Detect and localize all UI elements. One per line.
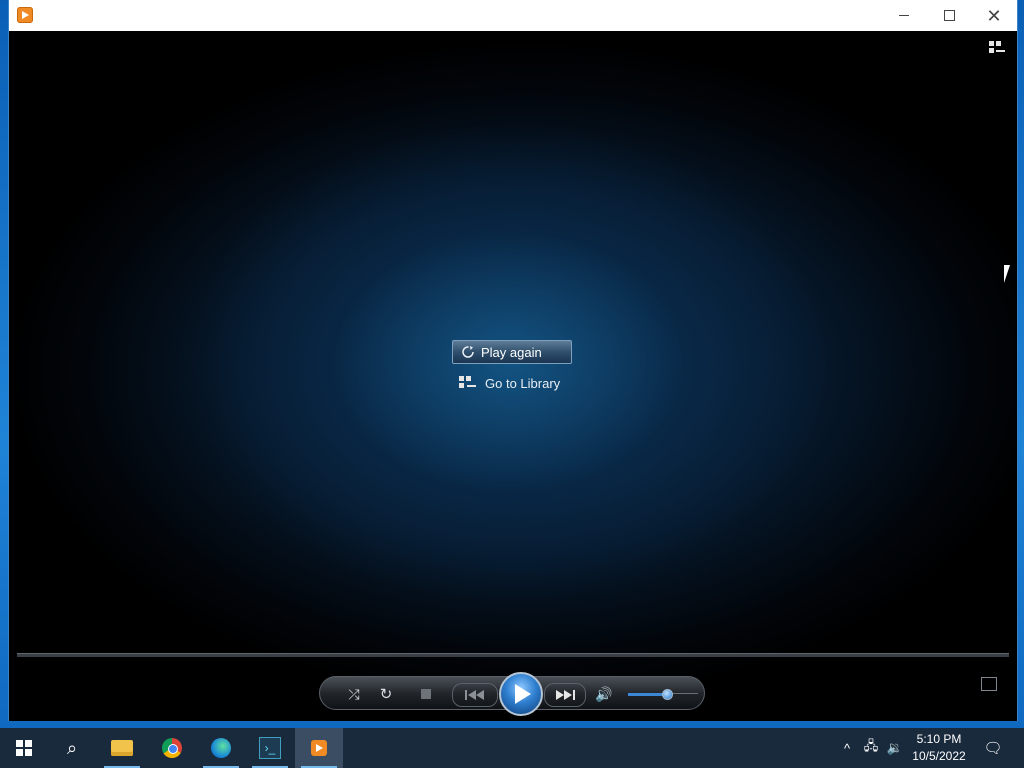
edge-button[interactable] — [197, 728, 245, 768]
close-button[interactable]: ✕ — [971, 0, 1017, 31]
media-player-window: ✕ Play again Go to Library ⤮ ↻ 🔊 — [8, 0, 1018, 721]
next-icon — [556, 690, 575, 700]
folder-icon — [111, 740, 133, 756]
stop-icon — [421, 689, 431, 699]
media-player-app-icon[interactable] — [17, 7, 33, 23]
network-icon[interactable]: 🖧 — [860, 728, 882, 768]
stop-button[interactable] — [416, 684, 436, 704]
play-again-label: Play again — [481, 344, 542, 360]
now-playing-area: Play again Go to Library ⤮ ↻ 🔊 — [9, 31, 1017, 721]
volume-fill — [628, 693, 667, 696]
shuffle-icon[interactable]: ⤮ — [344, 684, 364, 704]
chevron-up-icon: ^ — [843, 740, 851, 756]
app-icon: ›_ — [259, 737, 281, 759]
chrome-icon — [162, 738, 182, 758]
previous-icon — [465, 690, 484, 700]
go-to-library-link[interactable]: Go to Library — [452, 372, 574, 394]
media-player-icon — [311, 740, 327, 756]
edge-icon — [211, 738, 231, 758]
mouse-cursor — [1004, 265, 1010, 283]
minimize-icon — [899, 15, 909, 16]
notification-icon: 🗨 — [983, 740, 1003, 757]
playback-controls: ⤮ ↻ 🔊 — [319, 672, 705, 716]
next-button[interactable] — [544, 683, 586, 707]
windows-media-player-button[interactable] — [295, 728, 343, 768]
chrome-button[interactable] — [148, 728, 196, 768]
volume-slider[interactable] — [628, 689, 698, 700]
volume-icon[interactable]: 🔊 — [594, 684, 614, 704]
start-button[interactable] — [0, 728, 48, 768]
play-again-button[interactable]: Play again — [452, 340, 572, 364]
clock[interactable]: 5:10 PM 10/5/2022 — [908, 731, 970, 765]
replay-icon — [462, 346, 474, 358]
speaker-icon[interactable]: 🔉 — [884, 728, 906, 768]
maximize-icon — [943, 10, 955, 21]
windows-logo-icon — [16, 740, 32, 756]
close-icon: ✕ — [986, 5, 1002, 26]
taskbar: ⌕ ›_ ^ 🖧 🔉 5:10 PM 10/5/2022 🗨 — [0, 728, 1024, 768]
app-button[interactable]: ›_ — [246, 728, 294, 768]
show-hidden-icons-button[interactable]: ^ — [838, 728, 856, 768]
switch-to-library-icon[interactable] — [989, 41, 1007, 55]
volume-knob[interactable] — [661, 689, 673, 700]
seek-bar[interactable] — [17, 653, 1009, 657]
maximize-button[interactable] — [926, 0, 972, 31]
go-to-library-label: Go to Library — [485, 375, 561, 391]
notification-center-button[interactable]: 🗨 — [978, 728, 1008, 768]
repeat-icon[interactable]: ↻ — [376, 684, 396, 704]
minimize-button[interactable] — [881, 0, 927, 31]
switch-to-full-mode-icon[interactable] — [981, 677, 997, 691]
clock-time: 5:10 PM — [916, 732, 962, 746]
previous-button[interactable] — [452, 683, 498, 707]
library-icon — [459, 376, 477, 390]
file-explorer-button[interactable] — [98, 728, 146, 768]
search-button[interactable]: ⌕ — [48, 728, 96, 768]
title-bar[interactable]: ✕ — [9, 0, 1017, 32]
search-icon: ⌕ — [66, 737, 78, 758]
clock-date: 10/5/2022 — [912, 749, 966, 763]
play-button[interactable] — [499, 672, 543, 716]
